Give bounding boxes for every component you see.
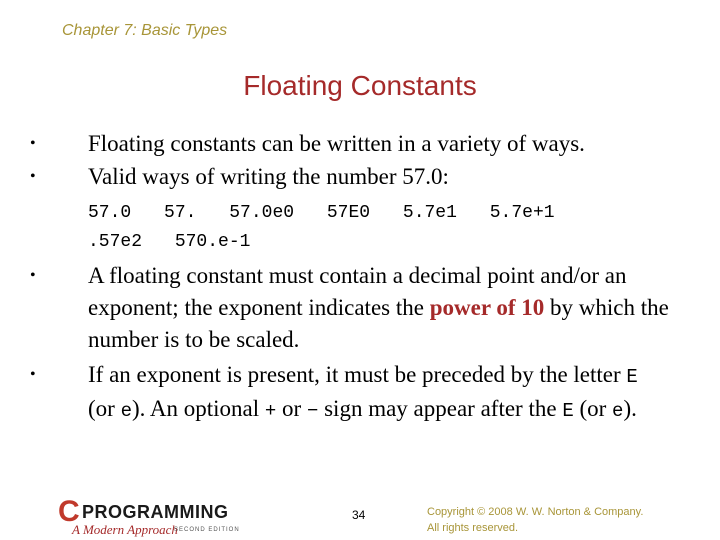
copyright-line-2: All rights reserved. <box>427 522 519 534</box>
example-value: 5.7e+1 <box>489 203 555 223</box>
code-token: − <box>306 400 319 422</box>
code-token: e <box>612 400 624 422</box>
code-token: e <box>120 400 132 422</box>
bullet-text: If an exponent is present, it must be pr… <box>88 362 638 422</box>
slide-title-text: Floating Constants <box>243 70 477 101</box>
page-number: 34 <box>352 508 366 522</box>
bullet-icon: • <box>30 168 36 185</box>
code-token: E <box>562 400 574 422</box>
code-token: + <box>264 400 277 422</box>
bullet-text: Valid ways of writing the number 57.0: <box>88 164 449 189</box>
highlight-text: power of 10 <box>429 295 545 320</box>
bullet-icon: • <box>30 267 36 284</box>
example-value: 57. <box>164 203 197 223</box>
example-value: 57.0 <box>88 203 132 223</box>
example-value: 57.0e0 <box>229 203 295 223</box>
copyright: Copyright © 2008 W. W. Norton & Company.… <box>427 504 643 536</box>
example-value: 5.7e1 <box>402 203 457 223</box>
chapter-header: Chapter 7: Basic Types <box>62 22 228 39</box>
bullet-item: • If an exponent is present, it must be … <box>30 359 670 427</box>
bullet-text: A floating constant must contain a decim… <box>88 263 669 352</box>
bullet-item: • A floating constant must contain a dec… <box>30 260 670 356</box>
copyright-line-1: Copyright © 2008 W. W. Norton & Company. <box>427 506 644 518</box>
bullet-icon: • <box>30 366 36 383</box>
bullet-item: • Floating constants can be written in a… <box>30 128 585 160</box>
bullet-text: Floating constants can be written in a v… <box>88 131 585 156</box>
example-value: 570.e-1 <box>174 232 251 252</box>
bullet-icon: • <box>30 135 36 152</box>
logo-word: PROGRAMMING <box>82 502 229 522</box>
code-token: E <box>626 366 638 388</box>
logo-subtitle: A Modern Approach <box>72 522 178 537</box>
logo-edition: SECOND EDITION <box>174 527 240 533</box>
book-logo: C PROGRAMMING A Modern Approach SECOND E… <box>58 497 268 540</box>
example-value: .57e2 <box>88 232 143 252</box>
example-row-2: .57e2 570.e-1 <box>88 232 272 252</box>
bullet-item: • Valid ways of writing the number 57.0: <box>30 161 449 193</box>
example-value: 57E0 <box>326 203 371 223</box>
example-row-1: 57.0 57. 57.0e0 57E0 5.7e1 5.7e+1 <box>88 203 577 223</box>
slide-title: Floating Constants <box>0 70 720 102</box>
